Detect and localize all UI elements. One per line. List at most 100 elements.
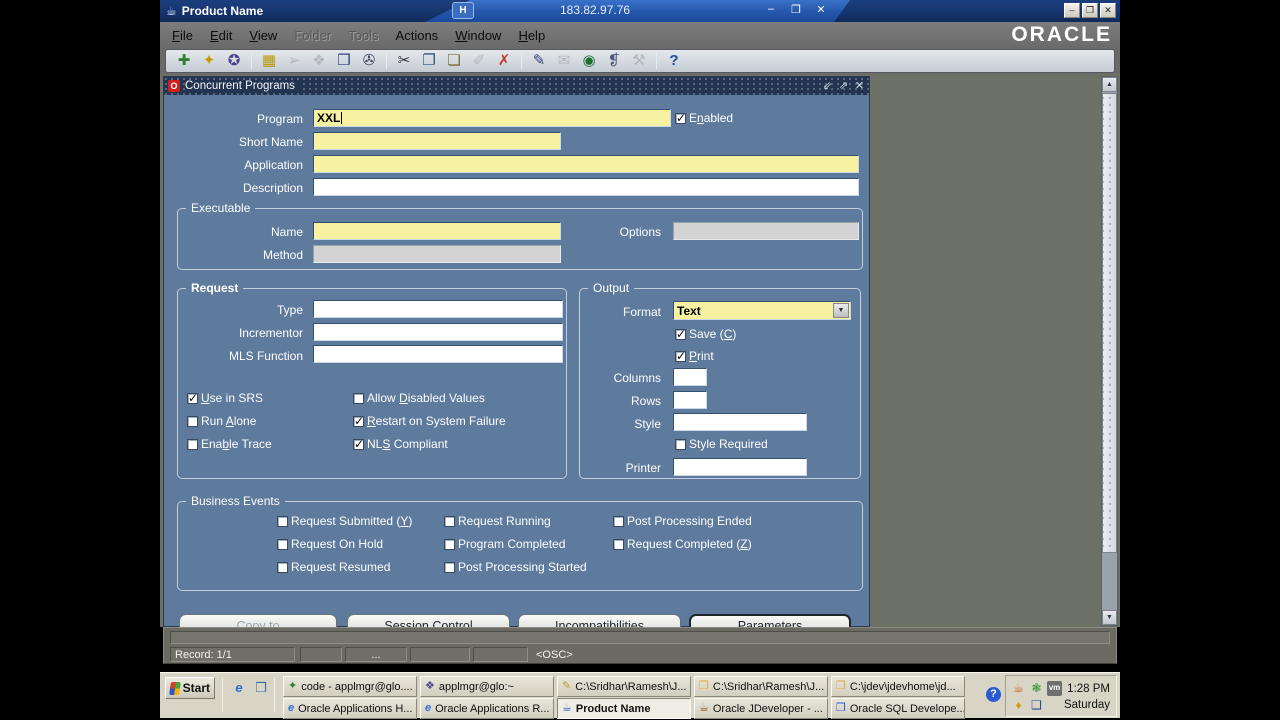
outer-maximize-button[interactable]: ❐	[1082, 3, 1098, 18]
nls-compliant-checkbox[interactable]	[353, 437, 364, 451]
save-output-checkbox[interactable]	[675, 327, 686, 341]
menu-view[interactable]: View	[249, 28, 277, 43]
paste-icon[interactable]: ❏	[444, 51, 464, 71]
internet-explorer-icon[interactable]: e	[230, 679, 248, 697]
start-button[interactable]: Start	[165, 677, 215, 699]
use-in-srs-checkbox[interactable]	[187, 391, 198, 405]
outer-close-button[interactable]: ✕	[1100, 3, 1116, 18]
help-icon[interactable]: ?	[664, 51, 684, 71]
taskbar-separator	[274, 678, 275, 712]
enabled-checkbox[interactable]	[675, 111, 686, 125]
menu-tools[interactable]: Tools	[348, 28, 378, 43]
incrementor-field[interactable]	[313, 323, 563, 341]
post-processing-ended-checkbox[interactable]	[613, 515, 624, 527]
chevron-down-icon[interactable]: ▼	[833, 303, 849, 318]
task-button-terminal[interactable]: ❖ applmgr@glo:~	[420, 676, 554, 697]
task-button-sql-developer[interactable]: ❒ Oracle SQL Develope...	[831, 698, 965, 719]
task-button-oracle-apps-r[interactable]: e Oracle Applications R...	[420, 698, 554, 719]
task-button-folder-1[interactable]: ❒ C:\Sridhar\Ramesh\J...	[694, 676, 828, 697]
clock-day: Saturday	[1063, 699, 1110, 711]
menu-window[interactable]: Window	[455, 28, 501, 43]
scroll-down-icon[interactable]: ▼	[1102, 610, 1117, 625]
vm-badge-icon[interactable]: vm	[1047, 681, 1062, 696]
request-completed-checkbox[interactable]	[613, 538, 624, 550]
edit-field-icon[interactable]: ✎	[529, 51, 549, 71]
request-resumed-checkbox[interactable]	[277, 561, 288, 573]
task-button-product-name[interactable]: ☕ Product Name	[557, 698, 691, 719]
save-icon[interactable]: ▦	[259, 51, 279, 71]
show-desktop-icon[interactable]: ❒	[252, 679, 270, 697]
form-close-icon[interactable]: ✕	[852, 78, 867, 94]
form-minimize-icon[interactable]: ⇙	[820, 78, 835, 94]
enable-trace-checkbox[interactable]	[187, 438, 198, 450]
request-on-hold-checkbox[interactable]	[277, 538, 288, 550]
print-icon[interactable]: ❒	[334, 51, 354, 71]
switch-responsibility-icon[interactable]: ❖	[309, 51, 329, 71]
help-tray-icon[interactable]: ?	[986, 687, 1001, 702]
mls-function-field[interactable]	[313, 345, 563, 363]
find-icon[interactable]: ✦	[199, 51, 219, 71]
zoom-icon[interactable]: ✉	[554, 51, 574, 71]
vmware-tools-icon[interactable]: ❃	[1029, 681, 1044, 696]
short-name-field[interactable]	[313, 132, 561, 150]
viewer-pin-icon[interactable]: H	[452, 2, 474, 19]
format-select[interactable]: Text ▼	[673, 301, 851, 320]
restore-icon[interactable]: ❐	[787, 3, 805, 16]
printer-field[interactable]	[673, 458, 807, 476]
restart-on-system-failure-checkbox[interactable]	[353, 414, 364, 428]
close-icon[interactable]: ✕	[812, 3, 830, 16]
display-settings-icon[interactable]: ❑	[1029, 698, 1044, 713]
clear-record-icon[interactable]: ✗	[494, 51, 514, 71]
next-step-icon[interactable]: ➢	[284, 51, 304, 71]
request-submitted-checkbox[interactable]	[277, 515, 288, 527]
request-completed-label: Request Completed (Z)	[627, 537, 752, 551]
minimize-icon[interactable]: –	[762, 3, 780, 15]
close-form-icon[interactable]: ✇	[359, 51, 379, 71]
print-checkbox[interactable]	[675, 349, 686, 363]
task-button-oracle-apps-home[interactable]: e Oracle Applications H...	[283, 698, 417, 719]
application-field[interactable]	[313, 155, 859, 173]
enable-trace-label: Enable Trace	[201, 437, 272, 451]
cut-icon[interactable]: ✂	[394, 51, 414, 71]
scroll-up-icon[interactable]: ▲	[1102, 77, 1117, 92]
task-button-notepad[interactable]: ✎ C:\Sridhar\Ramesh\J...	[557, 676, 691, 697]
description-field[interactable]	[313, 178, 859, 196]
new-record-icon[interactable]: ✚	[174, 51, 194, 71]
executable-name-field[interactable]	[313, 222, 561, 240]
run-alone-checkbox[interactable]	[187, 415, 198, 427]
menu-actions[interactable]: Actions	[396, 28, 439, 43]
task-button-putty[interactable]: ✦ code - applmgr@glo....	[283, 676, 417, 697]
menu-file[interactable]: File	[172, 28, 193, 43]
java-tray-icon[interactable]: ☕	[1011, 681, 1026, 696]
outer-minimize-button[interactable]: –	[1064, 3, 1080, 18]
executable-name-label: Name	[270, 225, 303, 239]
post-processing-started-checkbox[interactable]	[444, 561, 455, 573]
security-agent-icon[interactable]: ♦	[1011, 698, 1026, 713]
columns-field[interactable]	[673, 368, 707, 386]
menu-help[interactable]: Help	[518, 28, 545, 43]
edit-icon[interactable]: ✐	[469, 51, 489, 71]
attachments-icon[interactable]: ❡	[604, 51, 624, 71]
scrollbar-thumb[interactable]	[1102, 93, 1117, 553]
task-button-folder-2[interactable]: ❒ C:\jdev\jdevhome\jd...	[831, 676, 965, 697]
program-field[interactable]: XXL	[313, 109, 671, 127]
request-type-field[interactable]	[313, 300, 563, 318]
rows-field[interactable]	[673, 391, 707, 409]
request-running-checkbox[interactable]	[444, 515, 455, 527]
form-window-titlebar[interactable]: O Concurrent Programs ⇙ ⇗ ✕	[164, 77, 869, 95]
translations-icon[interactable]: ◉	[579, 51, 599, 71]
task-button-jdeveloper[interactable]: ☕ Oracle JDeveloper - ...	[694, 698, 828, 719]
menu-folder[interactable]: Folder	[294, 28, 331, 43]
folder-tools-icon[interactable]: ⚒	[629, 51, 649, 71]
post-processing-ended-row: Post Processing Ended	[613, 514, 752, 528]
allow-disabled-values-checkbox[interactable]	[353, 392, 364, 404]
post-processing-started-label: Post Processing Started	[458, 560, 587, 574]
style-required-checkbox[interactable]	[675, 438, 686, 450]
menu-edit[interactable]: Edit	[210, 28, 232, 43]
copy-icon[interactable]: ❐	[419, 51, 439, 71]
style-field[interactable]	[673, 413, 807, 431]
program-completed-checkbox[interactable]	[444, 538, 455, 550]
form-restore-icon[interactable]: ⇗	[836, 78, 851, 94]
program-label: Program	[256, 112, 303, 126]
show-navigator-icon[interactable]: ✪	[224, 51, 244, 71]
